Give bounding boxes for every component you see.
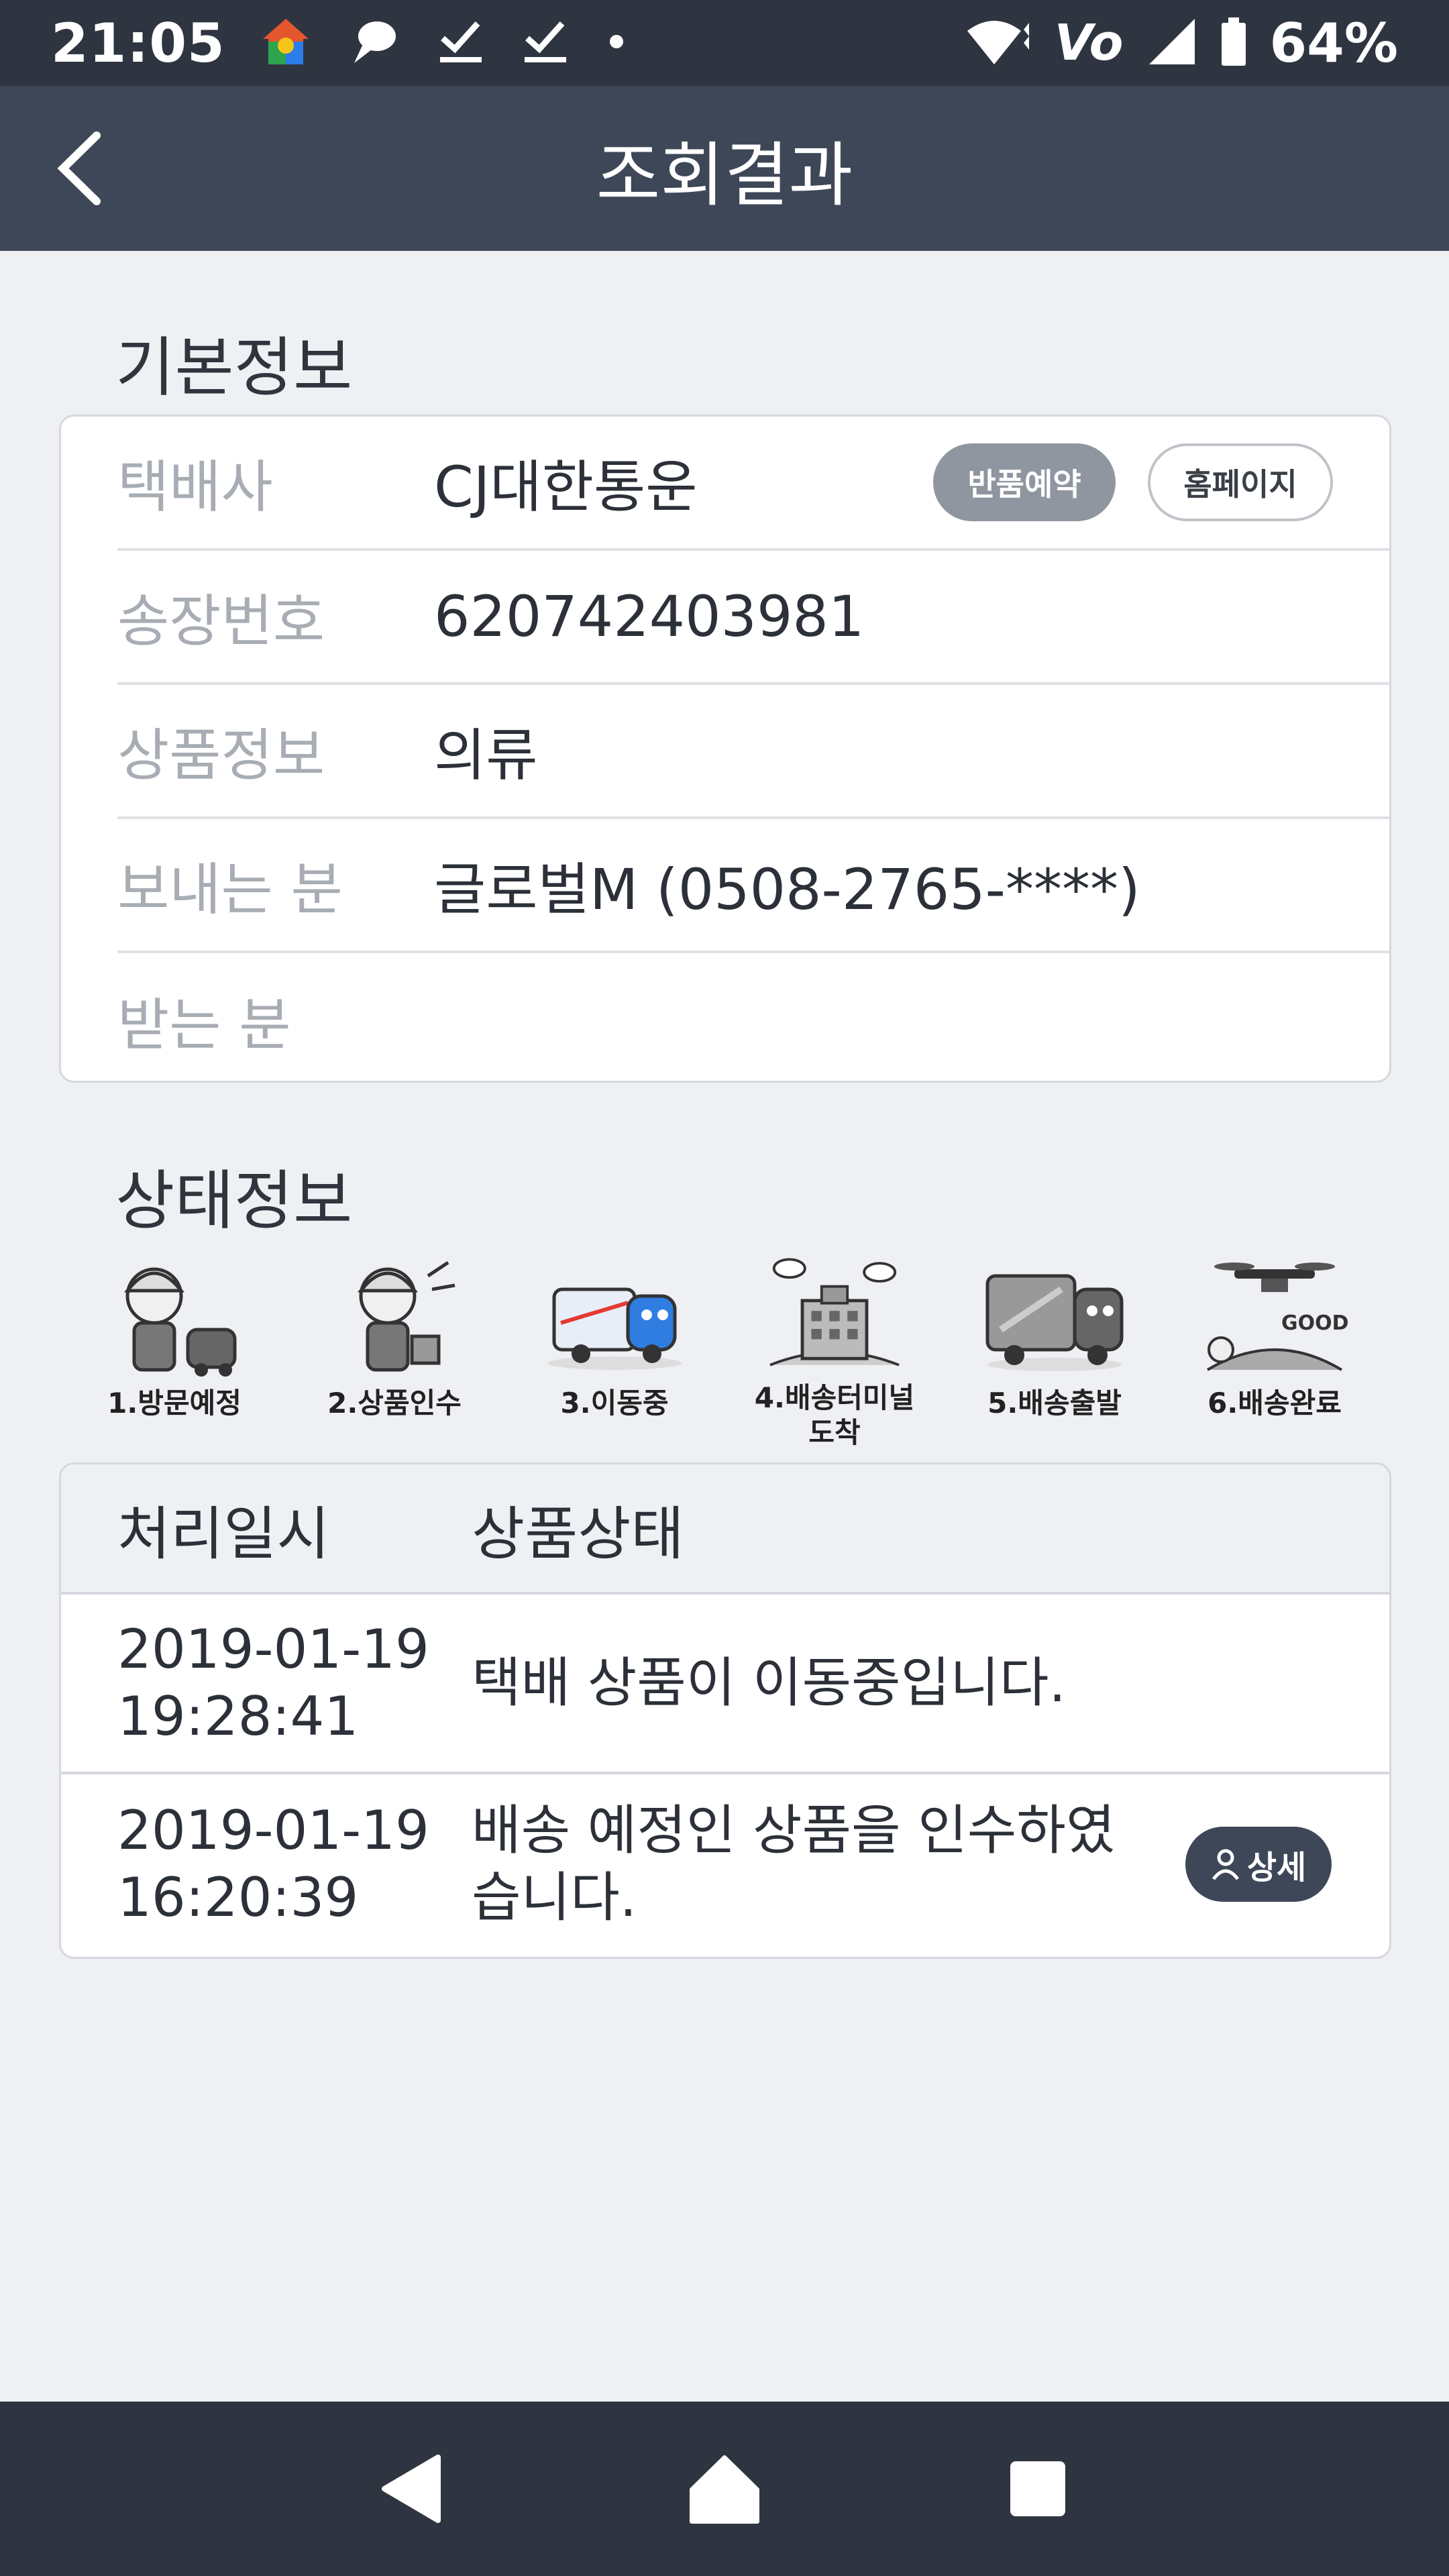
return-reservation-button[interactable]: 반품예약 bbox=[933, 443, 1116, 521]
step-label: 6.배송완료 bbox=[1208, 1387, 1342, 1419]
info-row-product: 상품정보 의류 bbox=[117, 685, 1389, 819]
step-label: 1.방문예정 bbox=[107, 1387, 241, 1419]
sender-value: 글로벌M (0508-2765-****) bbox=[434, 856, 1140, 922]
status-cell: 택배 상품이 이동중입니다. bbox=[472, 1652, 1066, 1714]
home-app-icon bbox=[260, 16, 311, 70]
chevron-left-icon bbox=[57, 131, 101, 205]
wifi-icon bbox=[965, 16, 1032, 70]
basic-info-card: 택배사 CJ대한통운 반품예약 홈페이지 송장번호 620742403981 상… bbox=[59, 415, 1391, 1083]
invoice-value: 620742403981 bbox=[434, 584, 865, 649]
basic-info-title: 기본정보 bbox=[115, 330, 353, 405]
step-visit: 1.방문예정 bbox=[74, 1249, 275, 1450]
table-row: 2019-01-19 16:20:39 배송 예정인 상품을 인수하였습니다. … bbox=[61, 1774, 1389, 1954]
step-label: 4.배송터미널 도착 bbox=[754, 1381, 915, 1449]
status-bar: 21:05 Vo 64% bbox=[0, 0, 1449, 86]
check-icon bbox=[522, 18, 569, 68]
status-time: 21:05 bbox=[51, 11, 225, 74]
column-header-status: 상품상태 bbox=[472, 1500, 684, 1568]
column-header-datetime: 처리일시 bbox=[117, 1500, 330, 1568]
back-triangle-icon bbox=[382, 2455, 441, 2523]
check-icon bbox=[437, 18, 484, 68]
sender-label: 보내는 분 bbox=[117, 856, 343, 922]
invoice-label: 송장번호 bbox=[117, 588, 325, 654]
delivery-steps: 1.방문예정 2.상품인수 3.이동중 4.배송터미널 도착 5.배송출발 GO… bbox=[74, 1249, 1375, 1450]
datetime-cell: 2019-01-19 16:20:39 bbox=[61, 1797, 472, 1931]
step-pickup: 2.상품인수 bbox=[294, 1249, 495, 1450]
delivery-truck-icon bbox=[985, 1274, 1124, 1371]
step-complete: GOOD 6.배송완료 bbox=[1174, 1249, 1375, 1450]
info-row-invoice: 송장번호 620742403981 bbox=[117, 551, 1389, 685]
homepage-button[interactable]: 홈페이지 bbox=[1148, 443, 1333, 521]
table-header: 처리일시 상품상태 bbox=[61, 1464, 1389, 1595]
recipient-label: 받는 분 bbox=[117, 991, 291, 1058]
recents-square-icon bbox=[1010, 2461, 1065, 2516]
battery-icon bbox=[1220, 16, 1247, 70]
status-cell: 배송 예정인 상품을 인수하였습니다. bbox=[472, 1799, 1116, 1929]
step-label: 5.배송출발 bbox=[987, 1387, 1122, 1419]
step-departure: 5.배송출발 bbox=[954, 1249, 1155, 1450]
info-row-courier: 택배사 CJ대한통운 반품예약 홈페이지 bbox=[117, 417, 1389, 551]
step-moving: 3.이동중 bbox=[514, 1249, 715, 1450]
courier-pickup-icon bbox=[357, 1260, 455, 1372]
svg-text:GOOD: GOOD bbox=[1281, 1311, 1349, 1335]
datetime-cell: 2019-01-19 19:28:41 bbox=[61, 1616, 472, 1750]
status-info-title: 상태정보 bbox=[115, 1163, 353, 1238]
table-row: 2019-01-19 19:28:41 택배 상품이 이동중입니다. bbox=[61, 1595, 1389, 1774]
back-button[interactable] bbox=[40, 126, 121, 211]
detail-button-label: 상세 bbox=[1246, 1849, 1307, 1886]
dot-icon bbox=[606, 32, 627, 54]
battery-percent: 64% bbox=[1269, 11, 1398, 74]
chat-icon bbox=[349, 16, 400, 70]
info-row-recipient: 받는 분 ) bbox=[117, 953, 1389, 1081]
terminal-building-icon bbox=[769, 1258, 900, 1366]
product-label: 상품정보 bbox=[117, 722, 325, 788]
step-label: 2.상품인수 bbox=[327, 1387, 462, 1419]
page-title: 조회결과 bbox=[596, 133, 853, 216]
courier-value: CJ대한통운 bbox=[434, 453, 698, 520]
drone-delivered-icon: GOOD bbox=[1206, 1263, 1349, 1371]
app-header: 조회결과 bbox=[0, 86, 1449, 251]
detail-button[interactable]: 상세 bbox=[1185, 1827, 1332, 1902]
redacted-blur bbox=[399, 973, 1110, 1067]
nav-recents-button[interactable] bbox=[977, 2428, 1098, 2549]
time-text: 16:20:39 bbox=[117, 1866, 359, 1929]
courier-visit-icon bbox=[123, 1267, 237, 1377]
system-nav-bar bbox=[0, 2402, 1449, 2576]
time-text: 19:28:41 bbox=[117, 1685, 359, 1748]
signal-icon bbox=[1146, 16, 1197, 70]
home-icon bbox=[689, 2455, 759, 2524]
step-label: 3.이동중 bbox=[560, 1387, 669, 1419]
person-icon bbox=[1212, 1849, 1239, 1880]
date-text: 2019-01-19 bbox=[117, 1799, 429, 1862]
date-text: 2019-01-19 bbox=[117, 1618, 429, 1680]
product-value: 의류 bbox=[434, 722, 538, 788]
history-table: 처리일시 상품상태 2019-01-19 19:28:41 택배 상품이 이동중… bbox=[59, 1462, 1391, 1959]
courier-label: 택배사 bbox=[117, 453, 273, 520]
volte-icon: Vo bbox=[1054, 14, 1124, 72]
info-row-sender: 보내는 분 글로벌M (0508-2765-****) bbox=[117, 819, 1389, 953]
nav-home-button[interactable] bbox=[664, 2428, 785, 2549]
moving-truck-icon bbox=[547, 1287, 682, 1370]
step-terminal: 4.배송터미널 도착 bbox=[734, 1249, 935, 1450]
nav-back-button[interactable] bbox=[351, 2428, 472, 2549]
